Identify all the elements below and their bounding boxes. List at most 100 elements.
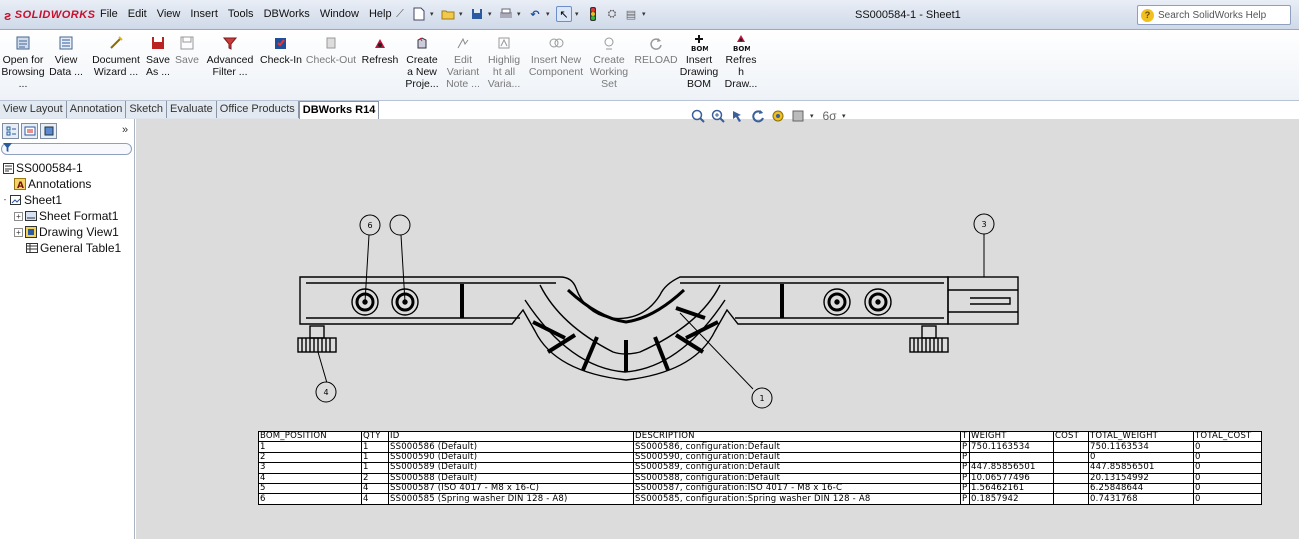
menu-file[interactable]: File bbox=[99, 8, 119, 20]
tab-annotation[interactable]: Annotation bbox=[66, 101, 127, 118]
chevron-down-icon[interactable]: ▾ bbox=[810, 112, 817, 120]
open-for-browsing-button[interactable]: Open for Browsing ... bbox=[1, 34, 45, 90]
tab-sketch[interactable]: Sketch bbox=[126, 101, 167, 118]
feature-tree-tab-icon[interactable] bbox=[2, 123, 19, 139]
open-browse-icon bbox=[14, 34, 32, 52]
chevron-down-icon[interactable]: ▾ bbox=[575, 10, 582, 18]
tree-filter-field[interactable] bbox=[1, 143, 132, 155]
table-cell: SS000589, configuration:Default bbox=[633, 462, 961, 474]
zoom-to-fit-icon[interactable] bbox=[690, 108, 705, 123]
table-row[interactable]: 4 2 SS000588 (Default) SS000588, configu… bbox=[258, 472, 1262, 484]
undo-icon[interactable]: ↶ bbox=[527, 6, 543, 22]
view-data-button[interactable]: View Data ... bbox=[44, 34, 88, 78]
tab-evaluate[interactable]: Evaluate bbox=[166, 101, 217, 118]
save-icon[interactable] bbox=[469, 6, 485, 22]
table-cell: 5 bbox=[258, 482, 362, 495]
menu-insert[interactable]: Insert bbox=[189, 8, 219, 20]
table-cell: SS000585, configuration:Spring washer DI… bbox=[633, 493, 961, 505]
reload-icon bbox=[647, 34, 665, 52]
zoom-area-icon[interactable] bbox=[710, 108, 725, 123]
table-cell: P bbox=[960, 462, 970, 474]
save-button[interactable]: Save bbox=[173, 34, 201, 66]
property-manager-tab-icon[interactable] bbox=[21, 123, 38, 139]
save-as-button[interactable]: Save As ... bbox=[144, 34, 172, 78]
drawing-view-icon bbox=[25, 226, 37, 238]
table-row[interactable]: 3 1 SS000589 (Default) SS000589, configu… bbox=[258, 462, 1262, 474]
edit-variant-note-button[interactable]: Edit Variant Note ... bbox=[443, 34, 483, 90]
chevron-down-icon[interactable]: ▾ bbox=[842, 112, 849, 120]
tree-item-annotations[interactable]: A Annotations bbox=[14, 177, 91, 191]
tab-office-products[interactable]: Office Products bbox=[216, 101, 299, 118]
menu-help[interactable]: Help bbox=[368, 8, 393, 20]
tab-view-layout[interactable]: View Layout bbox=[0, 101, 67, 118]
table-cell: 0 bbox=[1193, 482, 1262, 495]
tree-item-sheet1[interactable]: - Sheet1 bbox=[2, 193, 62, 207]
create-new-project-button[interactable]: Create a New Proje... bbox=[403, 34, 441, 90]
chevron-down-icon[interactable]: ▾ bbox=[488, 10, 495, 18]
reload-button[interactable]: RELOAD bbox=[634, 34, 678, 66]
new-document-icon[interactable] bbox=[411, 6, 427, 22]
open-folder-icon[interactable] bbox=[440, 6, 456, 22]
table-cell: SS000588 (Default) bbox=[388, 472, 634, 484]
menu-edit[interactable]: Edit bbox=[127, 8, 148, 20]
search-help-field[interactable]: ? Search SolidWorks Help bbox=[1137, 5, 1291, 25]
col-qty: QTY bbox=[361, 430, 389, 443]
chevron-down-icon[interactable]: ▾ bbox=[517, 10, 524, 18]
collapse-minus-icon[interactable]: - bbox=[2, 195, 8, 205]
configuration-manager-tab-icon[interactable] bbox=[40, 123, 57, 139]
chevron-down-icon[interactable]: ▾ bbox=[642, 10, 649, 18]
print-icon[interactable] bbox=[498, 6, 514, 22]
chevron-down-icon[interactable]: ▾ bbox=[546, 10, 553, 18]
select-pointer-icon[interactable]: ↖ bbox=[556, 6, 572, 22]
document-wizard-button[interactable]: Document Wizard ... bbox=[90, 34, 142, 78]
tree-item-root[interactable]: SS000584-1 bbox=[2, 161, 83, 175]
menu-window[interactable]: Window bbox=[319, 8, 360, 20]
chevron-down-icon[interactable]: ▾ bbox=[459, 10, 466, 18]
tab-dbworks-r14[interactable]: DBWorks R14 bbox=[298, 101, 380, 119]
table-cell: P bbox=[960, 493, 970, 505]
redraw-icon[interactable] bbox=[750, 108, 765, 123]
options-icon[interactable]: ⛭ bbox=[604, 6, 620, 22]
tree-item-general-table[interactable]: General Table1 bbox=[26, 241, 121, 255]
table-cell: 4 bbox=[361, 493, 389, 505]
rebuild-icon[interactable] bbox=[585, 6, 601, 22]
refresh-button[interactable]: Refresh bbox=[361, 34, 399, 66]
highlight-all-variants-button[interactable]: Highlig ht all Varia... bbox=[485, 34, 523, 90]
insert-new-component-button[interactable]: Insert New Component bbox=[527, 34, 585, 78]
tree-item-drawing-view[interactable]: + Drawing View1 bbox=[14, 225, 119, 239]
chevron-down-icon[interactable]: ▾ bbox=[430, 10, 437, 18]
check-in-button[interactable]: Check-In bbox=[258, 34, 304, 66]
menu-dbworks[interactable]: DBWorks bbox=[263, 8, 311, 20]
working-set-icon bbox=[600, 34, 618, 52]
insert-drawing-bom-button[interactable]: BOM Insert Drawing BOM bbox=[680, 34, 718, 90]
menu-tools[interactable]: Tools bbox=[227, 8, 255, 20]
customize-icon[interactable]: ▤ bbox=[623, 6, 639, 22]
panel-tabs bbox=[2, 123, 57, 139]
display-style-icon[interactable] bbox=[790, 108, 805, 123]
collapse-panel-icon[interactable]: » bbox=[122, 124, 128, 136]
check-in-icon bbox=[272, 34, 290, 52]
expand-plus-icon[interactable]: + bbox=[14, 211, 23, 221]
view-data-icon bbox=[57, 34, 75, 52]
table-cell: SS000588, configuration:Default bbox=[633, 472, 961, 484]
table-row[interactable]: 2 1 SS000590 (Default) SS000590, configu… bbox=[258, 451, 1262, 464]
zoom-pointer-icon[interactable] bbox=[730, 108, 745, 123]
menu-view[interactable]: View bbox=[156, 8, 182, 20]
table-row[interactable]: 1 1 SS000586 (Default) SS000586, configu… bbox=[258, 441, 1262, 453]
solidworks-logo[interactable]: ƨ SOLIDWORKS bbox=[4, 7, 96, 23]
table-cell: SS000587 (ISO 4017 - M8 x 16-C) bbox=[388, 482, 634, 495]
advanced-filter-button[interactable]: Advanced Filter ... bbox=[203, 34, 257, 78]
expand-plus-icon[interactable]: + bbox=[14, 227, 23, 237]
col-id: ID bbox=[388, 430, 634, 443]
refresh-drawing-bom-button[interactable]: BOM Refres h Draw... bbox=[722, 34, 760, 90]
table-row[interactable]: 5 4 SS000587 (ISO 4017 - M8 x 16-C) SS00… bbox=[258, 482, 1262, 495]
pin-icon[interactable]: ⟋ bbox=[392, 6, 408, 22]
view-settings-icon[interactable] bbox=[770, 108, 785, 123]
balloon-6[interactable] bbox=[389, 214, 411, 236]
hide-show-items-icon[interactable]: 6σ bbox=[822, 108, 837, 123]
bom-table[interactable]: BOM_POSITION QTY ID DESCRIPTION T WEIGHT… bbox=[258, 430, 1262, 505]
tree-item-sheet-format[interactable]: + Sheet Format1 bbox=[14, 209, 118, 223]
check-out-button[interactable]: Check-Out bbox=[305, 34, 357, 66]
create-working-set-button[interactable]: Create Working Set bbox=[587, 34, 631, 90]
table-row[interactable]: 6 4 SS000585 (Spring washer DIN 128 - A8… bbox=[258, 493, 1262, 505]
